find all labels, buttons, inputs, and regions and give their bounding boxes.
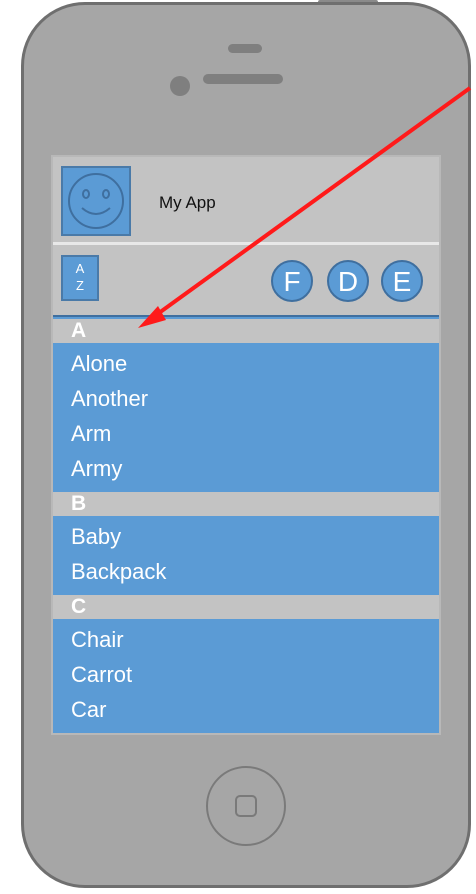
sort-az-bottom-label: Z (76, 278, 84, 293)
front-camera-icon (170, 76, 190, 96)
word-list: A Alone Another Arm Army B Baby Backpack… (53, 315, 439, 733)
list-item[interactable]: Alone (53, 346, 439, 381)
home-square-icon (235, 795, 257, 817)
list-item[interactable]: Backpack (53, 554, 439, 589)
section-a-items: Alone Another Arm Army (53, 343, 439, 490)
mockup-stage: My App A Z F D E A Alone Another Arm Arm… (0, 0, 476, 894)
f-circle-button[interactable]: F (271, 260, 313, 302)
list-item[interactable]: Chair (53, 622, 439, 657)
sort-az-button[interactable]: A Z (61, 255, 99, 301)
smiley-face-icon[interactable] (61, 166, 131, 236)
list-item[interactable]: Army (53, 451, 439, 486)
section-b-items: Baby Backpack (53, 516, 439, 593)
list-item[interactable]: Arm (53, 416, 439, 451)
app-title: My App (159, 193, 216, 212)
app-header: My App (53, 157, 439, 245)
toolbar: A Z F D E (53, 245, 439, 311)
list-item[interactable]: Car (53, 692, 439, 727)
home-button[interactable] (206, 766, 286, 846)
section-header-a: A (53, 319, 439, 343)
list-item[interactable]: Another (53, 381, 439, 416)
phone-screen: My App A Z F D E A Alone Another Arm Arm… (51, 155, 441, 735)
section-header-b: B (53, 492, 439, 516)
list-item[interactable]: Baby (53, 519, 439, 554)
e-circle-button[interactable]: E (381, 260, 423, 302)
list-item[interactable]: Carrot (53, 657, 439, 692)
d-circle-button[interactable]: D (327, 260, 369, 302)
earpiece-top (228, 44, 262, 53)
section-c-items: Chair Carrot Car (53, 619, 439, 731)
speaker-grille (203, 74, 283, 84)
sort-az-top-label: A (75, 261, 85, 276)
section-header-c: C (53, 595, 439, 619)
